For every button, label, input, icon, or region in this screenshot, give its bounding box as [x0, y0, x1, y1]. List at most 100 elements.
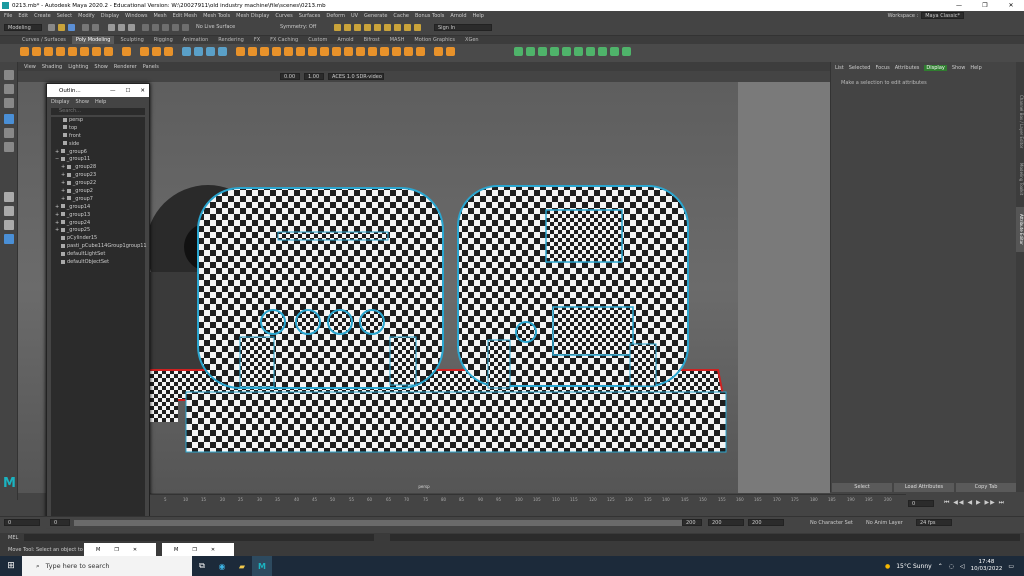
outliner-item[interactable]: + _group24 [51, 220, 145, 228]
weather-text[interactable]: 15°C Sunny [896, 563, 932, 570]
redo-icon[interactable] [92, 24, 99, 31]
viewport-menu-show[interactable]: Show [94, 64, 108, 70]
poly-plane-icon[interactable] [80, 47, 89, 56]
smooth-icon[interactable] [206, 47, 215, 56]
ae-menu-list[interactable]: List [835, 65, 844, 71]
ae-select-button[interactable]: Select [832, 483, 892, 492]
menu-modify[interactable]: Modify [78, 13, 95, 19]
ae-copy-tab-button[interactable]: Copy Tab [956, 483, 1016, 492]
shelf-tab-curves-surfaces[interactable]: Curves / Surfaces [18, 36, 70, 44]
render-view-icon[interactable] [374, 24, 381, 31]
menu-arnold[interactable]: Arnold [450, 13, 466, 19]
snap-grid-icon[interactable] [142, 24, 149, 31]
outliner-item[interactable]: + _group25 [51, 227, 145, 235]
snap-curve-icon[interactable] [152, 24, 159, 31]
ae-menu-attributes[interactable]: Attributes [895, 65, 920, 71]
notification-icon[interactable]: ▭ [1008, 563, 1014, 570]
workspace-dropdown[interactable]: Maya Classic* [921, 12, 964, 19]
four-view-layout-icon[interactable] [4, 206, 14, 216]
append-icon[interactable] [272, 47, 281, 56]
poly-type-icon[interactable] [152, 47, 161, 56]
paint-select-tool-icon[interactable] [4, 98, 14, 108]
menu-edit-mesh[interactable]: Edit Mesh [173, 13, 197, 19]
ae-menu-selected[interactable]: Selected [849, 65, 871, 71]
outliner-item[interactable]: + _group7 [51, 196, 145, 204]
current-frame-field[interactable]: 0 [908, 500, 934, 507]
shelf-tab-animation[interactable]: Animation [179, 36, 213, 44]
outliner-menu-show[interactable]: Show [75, 99, 89, 105]
maximize-button[interactable]: ❐ [972, 0, 998, 11]
poke-icon[interactable] [392, 47, 401, 56]
outliner-item[interactable]: defaultObjectSet [51, 259, 145, 267]
hypershade-icon[interactable] [364, 24, 371, 31]
platonic-solid-icon[interactable] [104, 47, 113, 56]
connect-icon[interactable] [332, 47, 341, 56]
collapse-icon[interactable] [446, 47, 455, 56]
poly-cylinder-icon[interactable] [44, 47, 53, 56]
shelf-tab-motion-graphics[interactable]: Motion Graphics [410, 36, 459, 44]
outliner-item[interactable]: side [51, 141, 145, 149]
minimized-window[interactable]: M ❐ ✕ [84, 543, 156, 556]
volume-icon[interactable]: ◁ [960, 563, 965, 570]
edge-loop-icon[interactable] [356, 47, 365, 56]
close-icon[interactable]: ✕ [211, 547, 215, 553]
restore-icon[interactable]: ❐ [192, 547, 196, 553]
single-perspective-layout-icon[interactable] [4, 192, 14, 202]
menu-help[interactable]: Help [473, 13, 484, 19]
outliner-menu-display[interactable]: Display [51, 99, 69, 105]
menu-deform[interactable]: Deform [326, 13, 345, 19]
viewport-menu-renderer[interactable]: Renderer [114, 64, 137, 70]
outliner-item[interactable]: top [51, 125, 145, 133]
fill-hole-icon[interactable] [284, 47, 293, 56]
menu-file[interactable]: File [4, 13, 12, 19]
ipr-render-icon[interactable] [344, 24, 351, 31]
command-input[interactable] [24, 534, 374, 541]
mel-label[interactable]: MEL [8, 535, 18, 541]
sweep-mesh-icon[interactable] [140, 47, 149, 56]
outliner-item[interactable]: persp [51, 117, 145, 125]
menu-uv[interactable]: UV [351, 13, 358, 19]
bevel-icon[interactable] [260, 47, 269, 56]
menu-set-dropdown[interactable]: Modeling [4, 24, 42, 31]
uv-checker-icon[interactable] [622, 47, 631, 56]
scale-tool-icon[interactable] [4, 142, 14, 152]
wedge-icon[interactable] [404, 47, 413, 56]
menu-surfaces[interactable]: Surfaces [299, 13, 321, 19]
live-surface-label[interactable]: No Live Surface [196, 24, 235, 30]
select-component-icon[interactable] [128, 24, 135, 31]
ae-menu-display[interactable]: Display [924, 65, 947, 71]
persp-graph-layout-icon[interactable] [4, 234, 14, 244]
poly-torus-icon[interactable] [68, 47, 77, 56]
menu-edit[interactable]: Edit [18, 13, 28, 19]
shelf-tab-poly-modeling[interactable]: Poly Modeling [71, 36, 115, 44]
shelf-tab-sculpting[interactable]: Sculpting [116, 36, 147, 44]
outliner-item[interactable]: + _group2 [51, 188, 145, 196]
close-icon[interactable]: ✕ [133, 547, 137, 553]
viewport-menu-panels[interactable]: Panels [143, 64, 159, 70]
uv-layout-icon[interactable] [598, 47, 607, 56]
shelf-tab-rendering[interactable]: Rendering [214, 36, 248, 44]
lasso-tool-icon[interactable] [4, 84, 14, 94]
super-shape-icon[interactable] [122, 47, 131, 56]
uv-planar-icon[interactable] [514, 47, 523, 56]
channel-box-tab[interactable]: Channel Box / Layer Editor [1016, 92, 1024, 152]
colorspace-dropdown[interactable]: ACES 1.0 SDR-video (sRGB) [328, 73, 384, 80]
restore-icon[interactable]: ❐ [114, 547, 118, 553]
network-icon[interactable]: ◌ [949, 563, 954, 570]
save-scene-icon[interactable] [68, 24, 75, 31]
close-button[interactable]: ✕ [998, 0, 1024, 11]
outliner-item[interactable]: + _group6 [51, 149, 145, 157]
bridge-icon[interactable] [248, 47, 257, 56]
character-set-dropdown[interactable]: No Character Set [810, 520, 853, 526]
arnold-render-icon[interactable] [384, 24, 391, 31]
insert-edge-icon[interactable] [368, 47, 377, 56]
shelf-tab-fx-caching[interactable]: FX Caching [266, 36, 302, 44]
viewport-menu-lighting[interactable]: Lighting [68, 64, 88, 70]
exposure-field[interactable]: 0.00 [280, 73, 300, 80]
end-time-field[interactable]: 200 [708, 519, 744, 526]
extrude-icon[interactable] [236, 47, 245, 56]
file-explorer-icon[interactable]: ▰ [232, 556, 252, 576]
shelf-tab-bifrost[interactable]: Bifrost [360, 36, 384, 44]
rotate-tool-icon[interactable] [4, 128, 14, 138]
separate-icon[interactable] [194, 47, 203, 56]
